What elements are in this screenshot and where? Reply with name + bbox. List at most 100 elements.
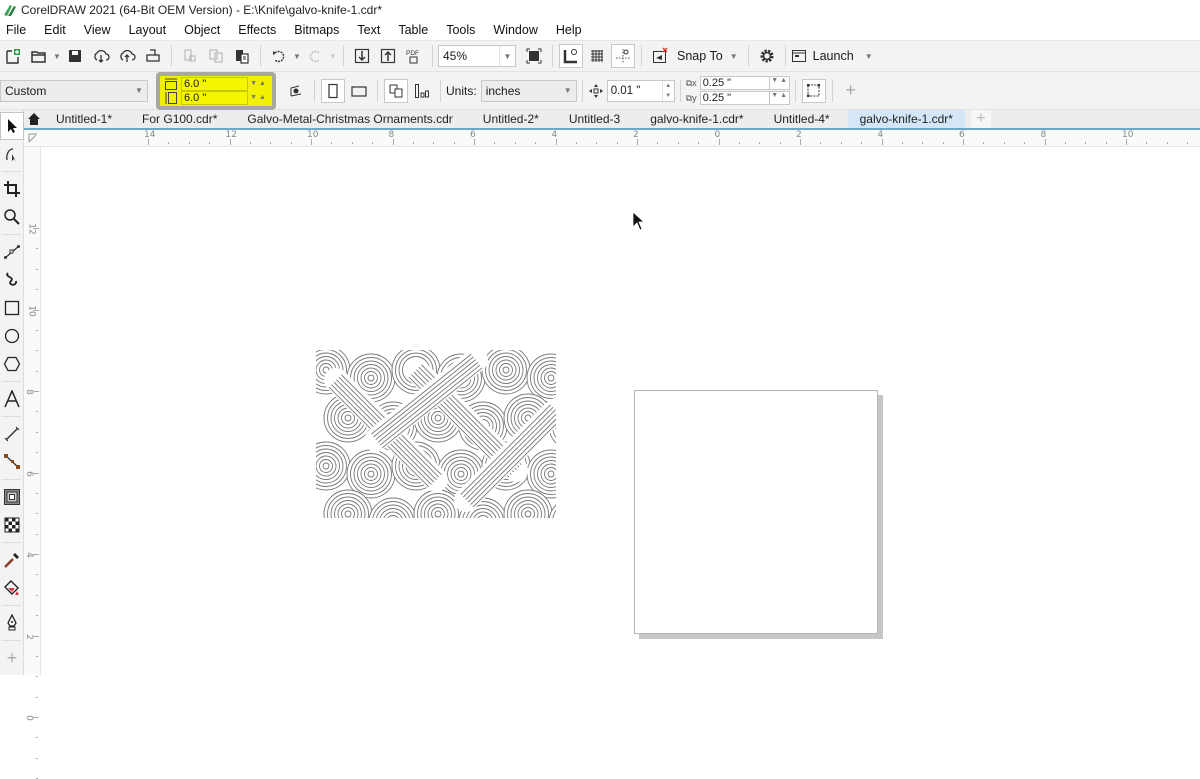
zoom-tool[interactable] xyxy=(0,203,24,231)
redo-dropdown-icon[interactable]: ▼ xyxy=(328,52,338,61)
ellipse-tool[interactable] xyxy=(0,322,24,350)
chevron-down-icon[interactable]: ▼ xyxy=(499,46,515,66)
menu-layout[interactable]: Layout xyxy=(123,23,177,37)
interactive-fill-tool[interactable] xyxy=(0,574,24,602)
print-button[interactable] xyxy=(141,44,165,68)
new-document-button[interactable] xyxy=(1,44,25,68)
portrait-button[interactable] xyxy=(321,78,345,103)
current-page-button[interactable] xyxy=(410,79,434,103)
connector-tool[interactable] xyxy=(0,448,24,476)
undo-dropdown-icon[interactable]: ▼ xyxy=(292,52,302,61)
toolbar-separator xyxy=(784,45,786,67)
ruler-minor-tick xyxy=(33,717,39,718)
toolbar-separator xyxy=(794,79,796,102)
duplicate-y-spinner[interactable]: ▼ ▲ xyxy=(769,91,790,105)
freehand-tool[interactable] xyxy=(0,238,24,266)
duplicate-x-spinner[interactable]: ▼ ▲ xyxy=(769,76,790,90)
crop-tool[interactable] xyxy=(0,175,24,203)
menu-window[interactable]: Window xyxy=(487,23,547,37)
duplicate-y-field[interactable]: 0.25 " xyxy=(699,91,770,105)
tab-for-g100[interactable]: For G100.cdr* xyxy=(130,110,229,128)
save-button[interactable] xyxy=(63,44,87,68)
snap-to-button[interactable]: Snap To ▼ xyxy=(673,49,743,63)
tab-galvo-metal-christmas-ornaments[interactable]: Galvo-Metal-Christmas Ornaments.cdr xyxy=(235,110,464,128)
tab-galvo-knife-1[interactable]: galvo-knife-1.cdr* xyxy=(638,110,755,128)
chevron-down-icon[interactable]: ▼ xyxy=(560,81,576,101)
units-combo[interactable]: inches ▼ xyxy=(480,79,577,102)
ruler-minor-tick xyxy=(36,513,38,515)
tab-untitled-2[interactable]: Untitled-2* xyxy=(471,110,551,128)
page-size-preset-combo[interactable]: Custom ▼ xyxy=(0,79,148,102)
tab-untitled-4[interactable]: Untitled-4* xyxy=(762,110,842,128)
launch-button[interactable]: Launch ▼ xyxy=(791,48,874,64)
welcome-tab[interactable] xyxy=(24,109,44,129)
cut-button[interactable] xyxy=(178,44,202,68)
menu-effects[interactable]: Effects xyxy=(232,23,286,37)
tab-untitled-1[interactable]: Untitled-1* xyxy=(44,110,124,128)
redo-button[interactable] xyxy=(303,44,327,68)
dimension-tool[interactable] xyxy=(0,420,24,448)
add-toolbar-item-button[interactable]: + xyxy=(839,79,863,103)
chevron-down-icon[interactable]: ▼ xyxy=(131,81,147,101)
paste-button[interactable] xyxy=(230,44,254,68)
full-screen-preview-button[interactable] xyxy=(522,44,546,68)
page-size-options-button[interactable] xyxy=(284,79,308,103)
cloud-download-button[interactable] xyxy=(89,44,113,68)
show-rulers-button[interactable] xyxy=(559,44,583,68)
menu-view[interactable]: View xyxy=(78,23,121,37)
tab-untitled-3[interactable]: Untitled-3 xyxy=(557,110,632,128)
artistic-media-tool[interactable] xyxy=(0,266,24,294)
menu-table[interactable]: Table xyxy=(392,23,438,37)
contour-tool[interactable] xyxy=(0,483,24,511)
ruler-minor-tick xyxy=(779,142,781,144)
text-tool[interactable] xyxy=(0,385,24,413)
show-guidelines-button[interactable] xyxy=(611,44,635,68)
undo-button[interactable] xyxy=(267,44,291,68)
cloud-upload-button[interactable] xyxy=(115,44,139,68)
tab-galvo-knife-1-active[interactable]: galvo-knife-1.cdr* xyxy=(847,110,965,128)
open-button[interactable] xyxy=(27,44,51,68)
new-tab-button[interactable]: + xyxy=(970,110,991,128)
menu-bitmaps[interactable]: Bitmaps xyxy=(288,23,349,37)
page-height-field[interactable]: 6.0 " xyxy=(181,90,248,105)
eyedropper-tool[interactable] xyxy=(0,546,24,574)
copy-button[interactable] xyxy=(204,44,228,68)
duplicate-x-field[interactable]: 0.25 " xyxy=(699,76,770,90)
vertical-ruler[interactable]: 12 10 8 6 4 2 0 xyxy=(24,147,41,779)
page-width-spinner[interactable]: ▼ ▲ xyxy=(248,80,268,87)
export-button[interactable] xyxy=(376,44,400,68)
pick-tool[interactable] xyxy=(0,112,24,140)
show-grid-button[interactable] xyxy=(585,44,609,68)
polygon-tool[interactable] xyxy=(0,350,24,378)
nudge-spinner[interactable]: ▲ ▼ xyxy=(661,80,674,101)
menu-object[interactable]: Object xyxy=(178,23,230,37)
nudge-distance-field[interactable]: 0.01 " ▲ ▼ xyxy=(606,79,675,102)
open-dropdown-icon[interactable]: ▼ xyxy=(52,52,62,61)
menu-tools[interactable]: Tools xyxy=(440,23,485,37)
import-button[interactable] xyxy=(350,44,374,68)
document-page[interactable] xyxy=(634,390,878,634)
page-height-spinner[interactable]: ▼ ▲ xyxy=(248,94,268,101)
transparency-tool[interactable] xyxy=(0,511,24,539)
shape-tool[interactable] xyxy=(0,140,24,168)
ruler-origin-icon[interactable] xyxy=(26,131,40,145)
menu-text[interactable]: Text xyxy=(351,23,390,37)
menu-edit[interactable]: Edit xyxy=(38,23,76,37)
page-width-field[interactable]: 6.0 " xyxy=(181,76,248,91)
treat-as-filled-button[interactable] xyxy=(801,78,826,103)
menu-file[interactable]: File xyxy=(0,23,36,37)
zoom-level-combo[interactable]: 45% ▼ xyxy=(438,45,516,67)
landscape-button[interactable] xyxy=(347,79,371,103)
all-pages-button[interactable] xyxy=(384,78,408,103)
drawing-canvas[interactable] xyxy=(42,148,1200,675)
smart-fill-tool[interactable] xyxy=(0,609,24,637)
menu-help[interactable]: Help xyxy=(550,23,592,37)
horizontal-ruler[interactable]: 1412108642024681012 xyxy=(24,130,1200,147)
celtic-knot-pattern[interactable] xyxy=(316,350,556,518)
alignment-guides-button[interactable] xyxy=(648,44,672,68)
ruler-tick-label: 10 xyxy=(1122,130,1134,140)
options-button[interactable] xyxy=(755,44,779,68)
publish-pdf-button[interactable]: PDF xyxy=(402,44,426,68)
rectangle-tool[interactable] xyxy=(0,294,24,322)
add-tool-button[interactable]: + xyxy=(0,644,24,672)
